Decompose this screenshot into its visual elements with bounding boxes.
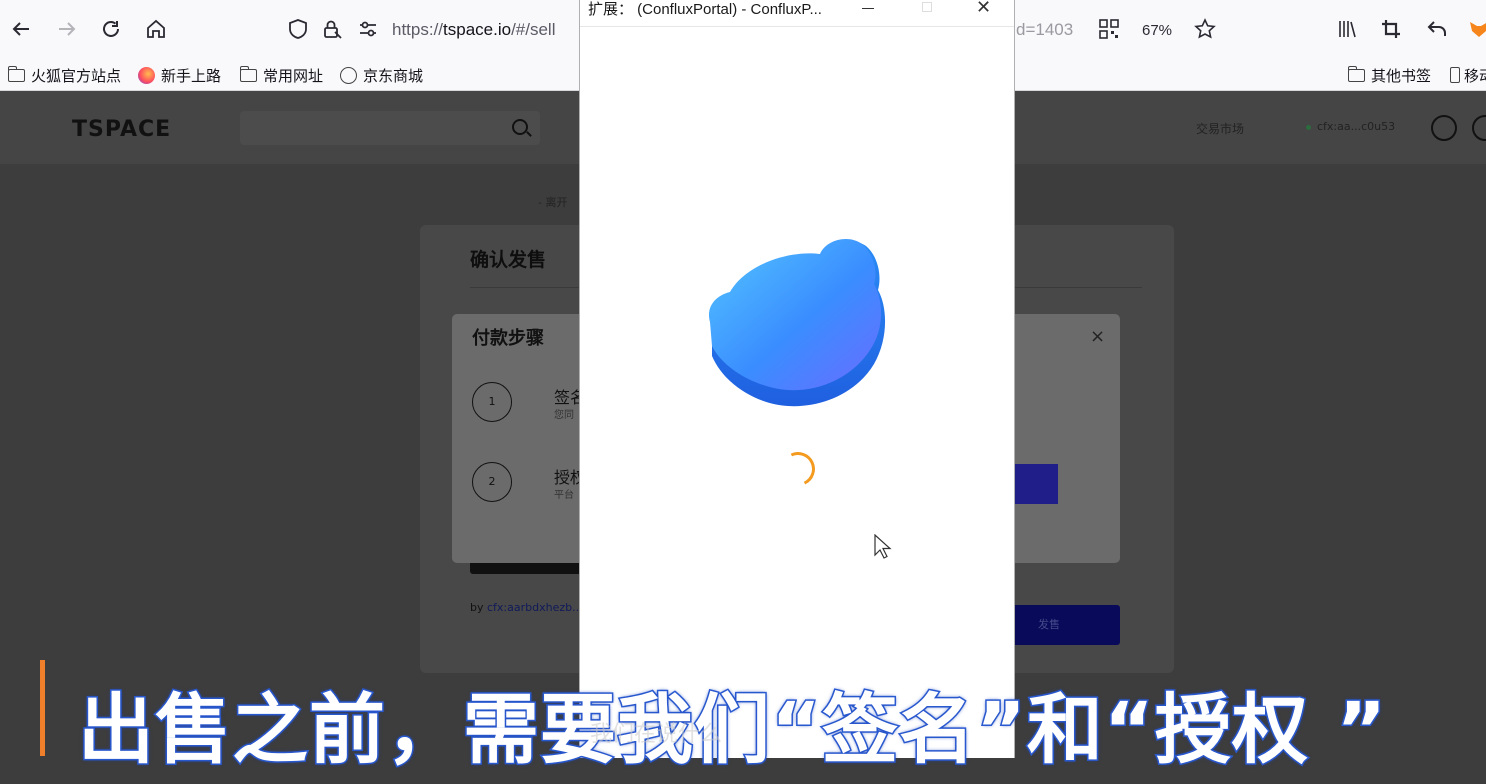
minimize-icon[interactable] [862, 8, 874, 9]
bookmark-jd[interactable]: 京东商城 [340, 64, 423, 86]
bookmark-label: 火狐官方站点 [31, 67, 122, 85]
extension-popup-window: 扩展： (ConfluxPortal) - ConfluxP... ✕ [579, 0, 1015, 758]
step-number: 2 [472, 462, 512, 502]
url-scheme: https:// [392, 20, 444, 39]
creator-line: by cfx:aarbdxhezb... [470, 601, 583, 614]
url-bar[interactable]: https://tspace.io/#/sell [392, 20, 556, 40]
bookmark-label: 其他书签 [1371, 67, 1432, 85]
search-icon[interactable] [512, 119, 528, 135]
video-caption: 出售之前，需要我们“签名”和“授权 ” [76, 684, 1388, 776]
authorize-button[interactable] [1010, 464, 1058, 504]
bookmark-label: 新手上路 [161, 67, 222, 85]
card-title: 确认发售 [470, 249, 547, 271]
step-description: 您同 [554, 410, 574, 421]
search-input[interactable] [240, 111, 540, 145]
conflux-bear-logo [708, 239, 886, 407]
forward-icon[interactable] [54, 18, 80, 44]
folder-icon [1347, 65, 1365, 82]
step-number: 1 [472, 382, 512, 422]
folder-icon [239, 65, 257, 82]
lock-icon[interactable] [319, 18, 345, 44]
close-icon[interactable]: ✕ [976, 0, 991, 18]
bookmark-getting-started[interactable]: 新手上路 [138, 64, 221, 86]
loading-spinner [776, 447, 820, 491]
mouse-cursor-icon [874, 534, 892, 559]
modal-title: 付款步骤 [472, 328, 544, 349]
back-icon[interactable] [8, 18, 34, 44]
url-host: tspace.io [443, 20, 512, 39]
home-icon[interactable] [143, 18, 169, 44]
popup-title: 扩展： (ConfluxPortal) - ConfluxP... [588, 1, 822, 18]
permissions-icon[interactable] [355, 18, 381, 44]
star-icon[interactable] [1192, 18, 1218, 44]
undo-icon[interactable] [1424, 18, 1450, 44]
bookmark-firefox-site[interactable]: 火狐官方站点 [7, 64, 122, 86]
bookmark-label: 常用网址 [263, 67, 324, 85]
globe-icon [340, 66, 357, 84]
folder-icon [7, 65, 25, 82]
zoom-level[interactable]: 67% [1142, 22, 1172, 39]
caption-accent-bar [40, 660, 45, 756]
crop-icon[interactable] [1378, 18, 1404, 44]
step-description: 平台 [554, 490, 574, 501]
breadcrumb[interactable]: - 离开 [538, 194, 567, 210]
nav-market[interactable]: 交易市场 [1196, 120, 1244, 137]
mobile-icon [1450, 67, 1460, 83]
url-tail: d=1403 [1016, 20, 1074, 39]
shield-icon[interactable] [285, 18, 311, 44]
user-icon[interactable] [1472, 115, 1486, 141]
bookmark-label: 京东商城 [363, 67, 424, 85]
bookmark-other[interactable]: 其他书签 [1347, 64, 1432, 86]
bookmark-label: 移动 [1464, 67, 1486, 85]
site-logo[interactable]: TSPACE [72, 117, 171, 142]
maximize-icon[interactable] [922, 2, 932, 12]
ghost-subtitle: 我们在说什么 [590, 722, 723, 747]
divider [580, 26, 1014, 27]
close-icon[interactable]: × [1090, 326, 1105, 347]
screen: { "browser": { "url_main": "https://", "… [0, 0, 1486, 784]
firefox-icon [138, 66, 155, 84]
creator-address[interactable]: cfx:aarbdxhezb... [487, 601, 583, 614]
bookmark-common-sites[interactable]: 常用网址 [239, 64, 324, 86]
wallet-address[interactable]: cfx:aa...c0u53 [1306, 120, 1395, 133]
bookmark-mobile[interactable]: 移动 [1450, 64, 1486, 86]
language-icon[interactable] [1431, 115, 1457, 141]
fox-extension-icon[interactable] [1466, 18, 1486, 44]
by-prefix: by [470, 601, 484, 614]
sell-button[interactable]: 发售 [1000, 605, 1120, 645]
library-icon[interactable] [1334, 18, 1360, 44]
reload-icon[interactable] [98, 18, 124, 44]
qr-code-icon[interactable] [1096, 18, 1122, 44]
url-path: /#/sell [511, 20, 556, 39]
